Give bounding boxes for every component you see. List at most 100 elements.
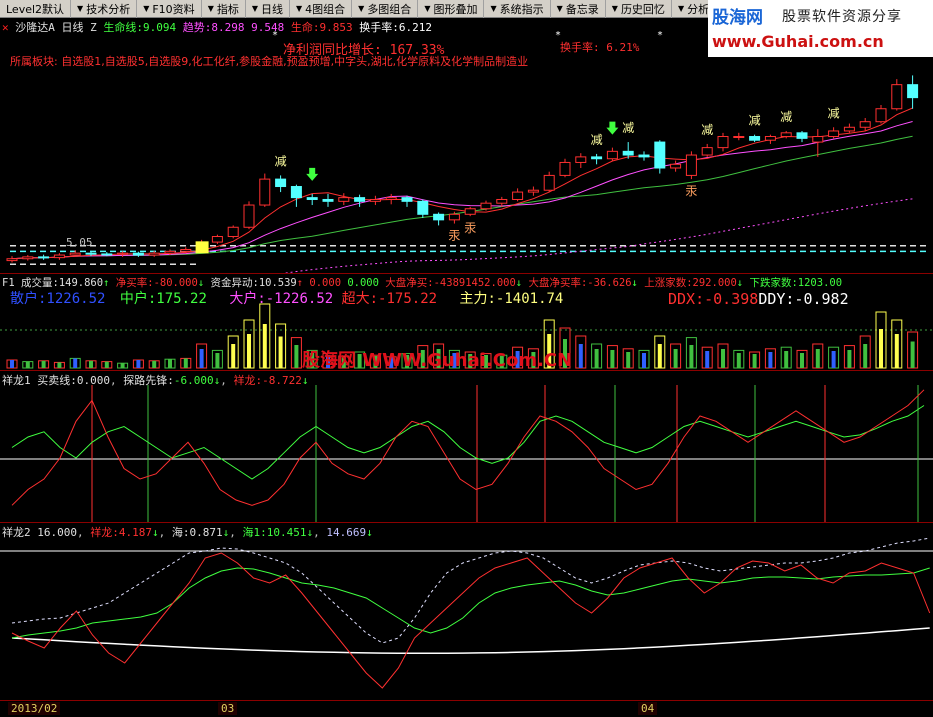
toolbar-item[interactable]: ▼ 备忘录 <box>551 0 606 18</box>
dropdown-caret-icon: ▼ <box>207 4 214 13</box>
candle-body <box>733 136 745 139</box>
dropdown-caret-icon: ▼ <box>490 4 497 13</box>
flow-bar <box>25 361 30 368</box>
flow-bar <box>278 336 283 368</box>
big-rate-value: -36.626 <box>587 277 632 289</box>
candle-body <box>275 178 287 188</box>
candle-body <box>401 197 413 202</box>
large-flow: 大户:-1226.52 <box>229 291 334 307</box>
dropdown-caret-icon: ▼ <box>251 4 258 13</box>
flow-bar <box>594 349 599 368</box>
down-arrow-icon <box>306 167 319 181</box>
close-icon[interactable]: ✕ <box>2 21 9 34</box>
toolbar-item-label: 图形叠加 <box>433 2 478 16</box>
candle-body <box>227 226 239 238</box>
candle-body <box>606 150 618 160</box>
toolbar-item-label: 多图组合 <box>367 2 412 16</box>
candle-body <box>875 108 887 123</box>
xianglong-line <box>11 389 925 506</box>
flow-bar <box>894 334 899 368</box>
mode-label: Z <box>90 21 97 34</box>
down-count-value: 1203.00 <box>797 277 843 289</box>
dropdown-caret-icon: ▼ <box>143 4 150 13</box>
date-axis: 2013/02 03 04 <box>0 700 933 717</box>
toolbar-item[interactable]: ▼ 多图组合 <box>352 0 419 18</box>
flow-bar <box>199 349 204 368</box>
toolbar-item[interactable]: Level2默认 <box>0 0 72 18</box>
toolbar-item[interactable]: ▼ 历史回忆 <box>606 0 672 18</box>
sea1-label: 海1: <box>242 526 267 539</box>
toolbar-item[interactable]: ▼ 4图组合 <box>290 0 353 18</box>
candle-body <box>6 258 18 262</box>
toolbar-item[interactable]: ▼ 技术分析 <box>71 0 138 18</box>
toolbar-item[interactable]: ▼ 指标 <box>202 0 246 18</box>
flow-bar <box>752 354 757 368</box>
candle-body <box>243 204 255 228</box>
xianglong1-pane[interactable]: 祥龙1 买卖线:0.000, 探路先锋:-6.000↓, 祥龙:-8.722↓ <box>0 371 933 522</box>
period-label: 日线 <box>61 21 84 34</box>
candle-body <box>180 248 192 252</box>
candle-body <box>512 191 524 200</box>
flow-bar <box>736 353 741 368</box>
main-flow: 主力:-1401.74 <box>459 291 564 307</box>
toolbar-item[interactable]: ▼ 图形叠加 <box>418 0 485 18</box>
xl2-xl-label: 祥龙: <box>90 526 119 539</box>
flow-bar <box>879 329 883 368</box>
dropdown-caret-icon: ▼ <box>556 4 563 13</box>
probe-label: 探路先锋: <box>123 374 174 387</box>
sea1-dotted-line <box>11 537 930 644</box>
life-line-value: 9.094 <box>143 21 177 34</box>
flow-bar <box>57 362 62 368</box>
candle-body <box>322 198 334 202</box>
logo-slogan: 股票软件资源分享 <box>782 9 902 25</box>
flow-bar <box>610 350 615 368</box>
xl2-v5: 14.669 <box>326 526 367 539</box>
candle-body <box>638 154 650 158</box>
life2-label: 生命: <box>290 21 320 34</box>
candle-body <box>685 154 697 176</box>
flow-bar <box>10 360 14 368</box>
xianglong2-pane[interactable]: 祥龙2 16.000, 祥龙:4.187↓, 海:0.871↓, 海1:10.4… <box>0 523 933 700</box>
candle-body <box>354 197 366 202</box>
flow-bar <box>136 360 141 368</box>
xianglong1-chart[interactable] <box>0 371 933 522</box>
flow-bar <box>657 344 662 368</box>
dropdown-caret-icon: ▼ <box>611 4 618 13</box>
toolbar-item[interactable]: ▼ F10资料 <box>137 0 202 18</box>
logo-name: 股海网 <box>712 8 763 28</box>
flow-bar <box>721 349 725 368</box>
flow-bar <box>120 363 125 368</box>
low-price-label: 5.05 <box>66 236 93 249</box>
star-icon: * <box>657 30 663 41</box>
candle-body <box>211 236 223 243</box>
ddx-row: DDX:-0.398DDY:-0.982 <box>668 290 849 308</box>
dropdown-caret-icon: ▼ <box>296 4 303 13</box>
v3-value: 9.548 <box>251 21 285 34</box>
toolbar-item-label: Level2默认 <box>6 2 65 16</box>
candle-body <box>164 250 176 254</box>
toolbar-item-label: 日线 <box>261 2 283 16</box>
toolbar-item[interactable]: ▼ 日线 <box>246 0 290 18</box>
candle-body <box>69 252 81 256</box>
flow-bar <box>215 353 220 368</box>
candle-body <box>591 156 603 160</box>
reduce-marker: 减 <box>780 110 792 124</box>
candle-body <box>780 132 792 138</box>
up-count-label: 上涨家数: <box>644 277 693 289</box>
candle-body <box>369 198 381 202</box>
xl2-v0: 16.000 <box>37 526 77 539</box>
date-label: 04 <box>638 702 658 715</box>
xianglong2-chart[interactable] <box>0 523 933 700</box>
sea-value: 0.871 <box>189 526 223 539</box>
toolbar-item-label: 指标 <box>216 2 239 16</box>
candle-body <box>290 186 302 199</box>
flow-bar <box>784 351 789 368</box>
candle-body <box>132 252 144 256</box>
candle-body <box>859 121 871 128</box>
xl2-xl-value: 4.187 <box>118 526 152 539</box>
stock-name: 沙隆达A <box>15 21 55 34</box>
candle-body <box>259 178 271 206</box>
toolbar-item[interactable]: ▼ 系统指示 <box>484 0 551 18</box>
flow-bar <box>104 361 109 368</box>
flow-bar <box>89 360 93 368</box>
